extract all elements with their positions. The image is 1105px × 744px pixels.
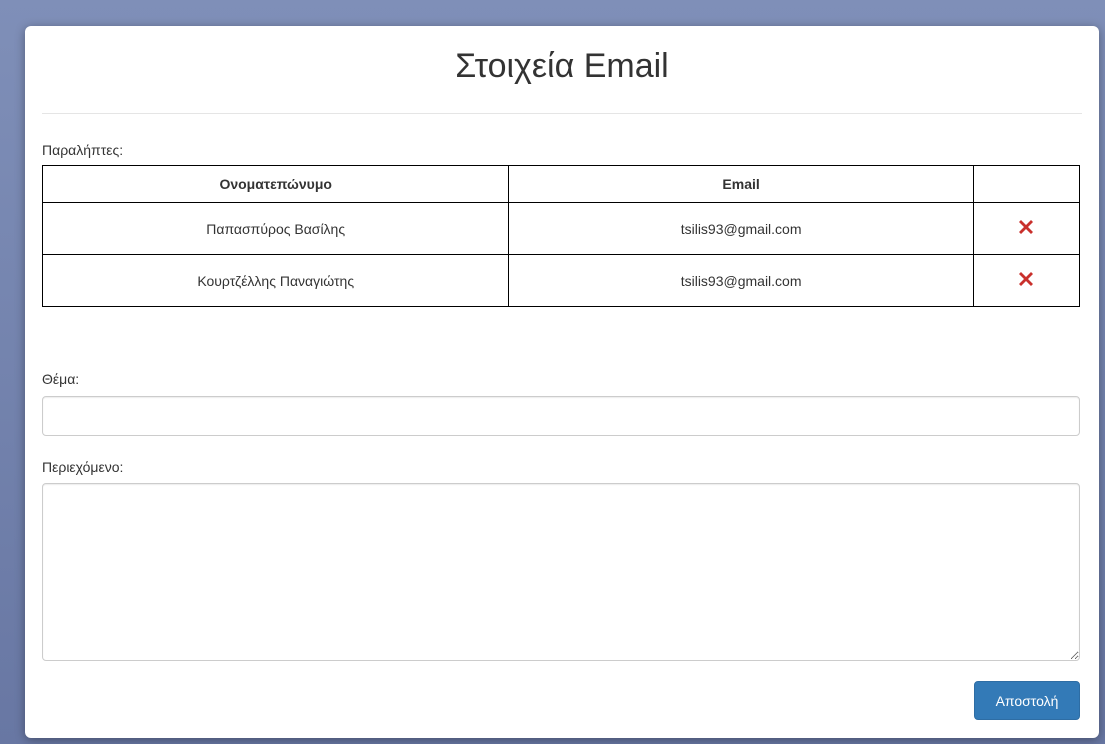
table-row: Παπασπύρος Βασίλης tsilis93@gmail.com [41,202,1081,255]
column-header-email: Email [508,165,974,203]
recipient-action-cell [972,202,1081,255]
table-row: Κουρτζέλλης Παναγιώτης tsilis93@gmail.co… [41,254,1081,307]
content-label: Περιεχόμενο: [42,459,124,475]
column-header-actions [972,165,1081,203]
recipient-name-cell: Κουρτζέλλης Παναγιώτης [41,254,510,307]
delete-x-icon[interactable] [1016,217,1036,240]
modal-header: Στοιχεία Email [42,26,1082,114]
subject-input[interactable] [42,396,1080,436]
recipients-table: Ονοματεπώνυμο Email Παπασπύρος Βασίλης t… [41,165,1081,307]
recipient-email-cell: tsilis93@gmail.com [508,254,974,307]
modal-title: Στοιχεία Email [455,47,669,85]
send-button[interactable]: Αποστολή [974,681,1080,720]
recipients-label: Παραλήπτες: [42,142,124,158]
content-textarea[interactable] [42,483,1080,661]
delete-x-icon[interactable] [1016,269,1036,292]
email-details-modal: Στοιχεία Email Παραλήπτες: Ονοματεπώνυμο… [25,26,1099,738]
recipient-email-cell: tsilis93@gmail.com [508,202,974,255]
table-header-row: Ονοματεπώνυμο Email [41,165,1081,203]
subject-label: Θέμα: [42,371,80,387]
column-header-fullname: Ονοματεπώνυμο [41,165,510,203]
recipient-action-cell [972,254,1081,307]
recipient-name-cell: Παπασπύρος Βασίλης [41,202,510,255]
